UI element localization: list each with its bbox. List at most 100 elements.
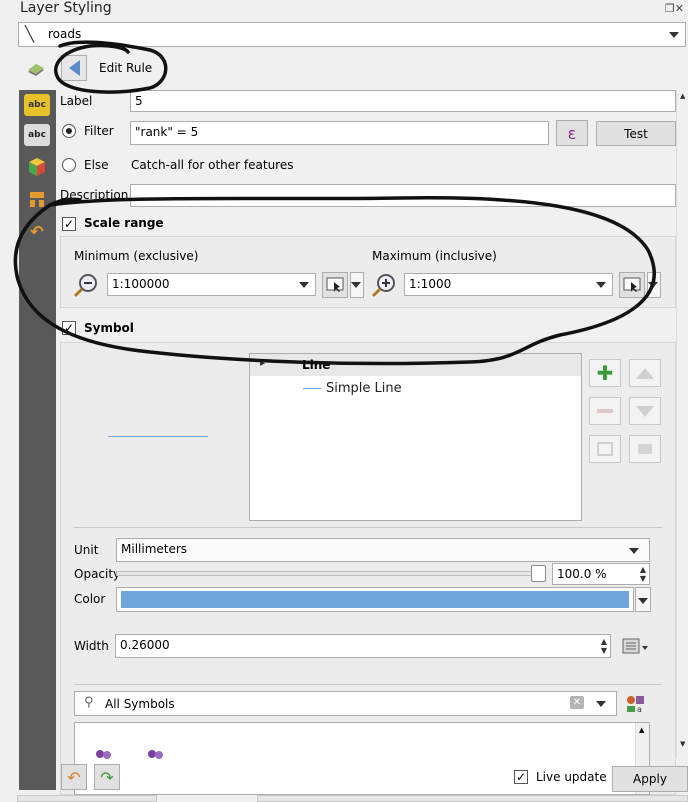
search-icon: ⚲	[84, 695, 94, 710]
symbol-list[interactable]: ▲	[74, 722, 650, 795]
scale-max-canvas-button[interactable]	[619, 272, 645, 298]
divider	[74, 684, 662, 685]
scale-min-combo[interactable]: 1:100000	[107, 273, 316, 296]
expand-arrow-icon: ▸	[260, 358, 266, 369]
symbol-tree-child-row[interactable]: Simple Line	[250, 377, 581, 399]
filter-label: Filter	[84, 124, 114, 138]
arrow-up-icon	[636, 367, 654, 379]
width-spinbox[interactable]: 0.26000 ▲ ▼	[115, 634, 611, 658]
arrow-up-icon: ▲	[639, 726, 645, 734]
scale-max-menu-arrow[interactable]	[647, 272, 661, 298]
symbol-layer-tree[interactable]: ▸ Line Simple Line	[249, 353, 582, 521]
duplicate-layer-button[interactable]	[589, 435, 621, 463]
arrow-down-icon	[636, 405, 654, 417]
expression-builder-button[interactable]: ε	[556, 120, 588, 146]
symbol-tree-root-label: Line	[302, 358, 331, 372]
remove-symbol-layer-button[interactable]	[589, 397, 621, 425]
scale-min-menu-arrow[interactable]	[350, 272, 364, 298]
filter-expression-input[interactable]: "rank" = 5	[130, 121, 549, 145]
chevron-down-icon	[596, 701, 606, 707]
line-layer-icon: ╲	[25, 25, 35, 43]
undo-button[interactable]: ↶	[61, 764, 87, 790]
opacity-slider-handle[interactable]	[531, 565, 546, 582]
panel-scrollbar[interactable]: ▲ ▼	[676, 90, 688, 758]
zoom-out-icon	[73, 272, 99, 298]
symbol-checkbox[interactable]: ✓	[62, 321, 76, 335]
unit-combo[interactable]: Millimeters	[116, 538, 650, 562]
else-description: Catch-all for other features	[131, 158, 294, 172]
scale-range-checkbox[interactable]: ✓	[62, 217, 76, 231]
simple-line-icon	[303, 388, 321, 389]
panel-title-buttons[interactable]: ❐✕	[665, 2, 684, 15]
lock-layer-button[interactable]	[629, 435, 661, 463]
scale-max-label: Maximum (inclusive)	[372, 249, 497, 263]
add-symbol-layer-button[interactable]: ✚	[589, 359, 621, 387]
color-label: Color	[74, 592, 106, 606]
duplicate-icon	[597, 442, 613, 456]
symbol-preview-line	[108, 436, 208, 437]
renderer-icon[interactable]	[26, 62, 46, 78]
symbol-title: Symbol	[84, 321, 134, 335]
symbol-search-input[interactable]: ⚲ All Symbols ✕	[74, 691, 617, 716]
spin-arrows-icon: ▲ ▼	[600, 637, 607, 655]
symbol-thumbnail-2[interactable]	[147, 749, 165, 763]
chevron-down-icon	[648, 282, 658, 288]
history-icon[interactable]: ↶	[24, 220, 50, 242]
chevron-down-icon	[638, 598, 648, 604]
filter-expression-value: "rank" = 5	[135, 125, 199, 139]
minus-icon	[597, 409, 613, 413]
scale-max-combo[interactable]: 1:1000	[404, 273, 613, 296]
data-defined-override-icon[interactable]	[620, 634, 650, 658]
opacity-slider-track[interactable]	[116, 571, 544, 576]
back-button[interactable]	[61, 55, 87, 81]
labels-icon[interactable]: abc	[24, 94, 50, 116]
color-button[interactable]	[116, 587, 634, 612]
3d-view-icon[interactable]	[24, 156, 50, 178]
layer-select[interactable]: ╲ roads	[18, 22, 686, 47]
status-strip-left	[17, 795, 157, 802]
chevron-down-icon	[596, 282, 606, 288]
status-strip-right	[257, 795, 688, 802]
opacity-spinbox[interactable]: 100.0 % ▲ ▼	[552, 563, 650, 585]
filter-radio[interactable]	[62, 124, 76, 138]
label-input[interactable]: 5	[130, 90, 676, 112]
scale-min-value: 1:100000	[112, 277, 170, 291]
label-field-label: Label	[60, 94, 93, 108]
description-label: Description	[60, 188, 129, 202]
svg-text:a: a	[637, 705, 642, 714]
else-radio[interactable]	[62, 158, 76, 172]
style-manager-icon[interactable]: a	[625, 694, 647, 714]
apply-button[interactable]: Apply	[612, 766, 688, 792]
symbol-tree-root-row[interactable]: ▸ Line	[250, 354, 581, 376]
clear-icon[interactable]: ✕	[570, 696, 584, 709]
move-down-button[interactable]	[629, 397, 661, 425]
live-update-label: Live update	[536, 770, 607, 784]
redo-icon: ↷	[100, 767, 114, 787]
chevron-down-icon	[629, 548, 639, 554]
test-button-label: Test	[624, 126, 648, 141]
live-update-checkbox[interactable]: ✓	[514, 770, 528, 784]
scale-min-label: Minimum (exclusive)	[74, 249, 199, 263]
style-dock-sidebar: abc abc ↶	[19, 90, 56, 790]
symbol-thumbnail-1[interactable]	[95, 749, 113, 763]
scale-min-canvas-button[interactable]	[322, 272, 348, 298]
opacity-label: Opacity	[74, 567, 121, 581]
epsilon-icon: ε	[567, 123, 577, 143]
single-labels-icon[interactable]: abc	[24, 124, 50, 146]
zoom-in-icon	[371, 272, 397, 298]
lock-icon	[638, 444, 652, 454]
symbol-tree-child-label: Simple Line	[326, 381, 402, 396]
test-button[interactable]: Test	[596, 121, 676, 146]
else-label: Else	[84, 158, 109, 172]
diagrams-icon[interactable]	[24, 188, 50, 210]
move-up-button[interactable]	[629, 359, 661, 387]
map-canvas-icon	[326, 277, 344, 292]
apply-button-label: Apply	[633, 772, 667, 786]
label-input-value: 5	[135, 94, 143, 108]
arrow-down-icon: ▼	[680, 740, 686, 748]
color-menu-arrow[interactable]	[635, 587, 651, 612]
description-input[interactable]	[130, 184, 676, 207]
unit-value: Millimeters	[121, 542, 188, 556]
redo-button[interactable]: ↷	[94, 764, 120, 790]
chevron-down-icon	[669, 32, 679, 38]
